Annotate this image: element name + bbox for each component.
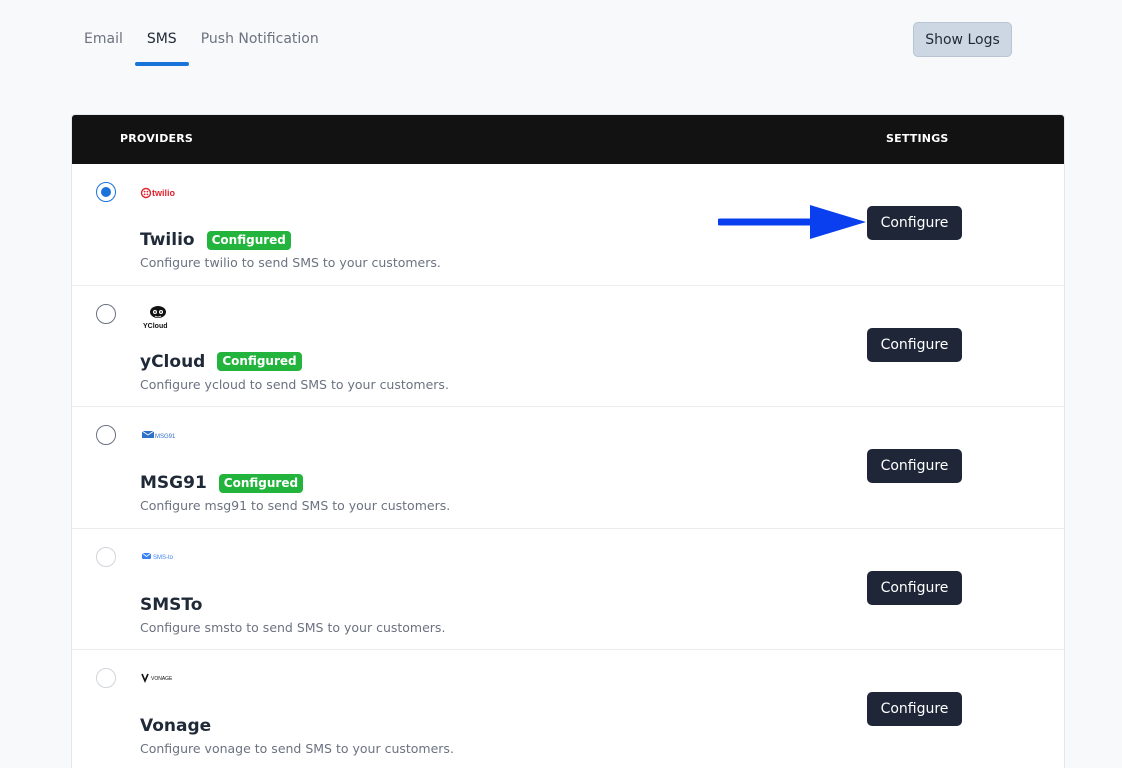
svg-text:twilio: twilio [152, 188, 175, 198]
svg-text:YCloud: YCloud [143, 323, 168, 330]
channel-tabs: Email SMS Push Notification [72, 22, 331, 66]
svg-text:VONAGE: VONAGE [151, 676, 173, 682]
provider-description: Configure ycloud to send SMS to your cus… [140, 376, 449, 392]
provider-name: Vonage [140, 716, 212, 736]
configure-button-msg91[interactable]: Configure [867, 449, 962, 483]
provider-radio-twilio[interactable] [96, 182, 116, 202]
configured-badge: Configured [206, 230, 291, 250]
provider-row-msg91: MSG91 MSG91 Configured Configure msg91 t… [72, 407, 1064, 529]
provider-description: Configure vonage to send SMS to your cus… [140, 741, 454, 756]
provider-name: SMSTo [140, 594, 203, 615]
header-settings: SETTINGS [886, 132, 949, 145]
tab-push-notification[interactable]: Push Notification [189, 22, 331, 66]
header-providers: PROVIDERS [120, 132, 194, 145]
svg-text:SMS-to: SMS-to [153, 555, 174, 561]
provider-radio-vonage[interactable] [96, 668, 116, 688]
configure-button-ycloud[interactable]: Configure [867, 327, 962, 362]
providers-table: PROVIDERS SETTINGS twilio Twilio Configu… [71, 114, 1065, 768]
provider-name: Twilio [140, 230, 195, 250]
tab-sms[interactable]: SMS [134, 22, 189, 66]
ycloud-logo-icon: YCloud [143, 305, 168, 330]
provider-description: Configure msg91 to send SMS to your cust… [140, 498, 451, 513]
configured-badge: Configured [217, 352, 302, 371]
vonage-logo-icon: VONAGE [141, 673, 173, 684]
provider-description: Configure smsto to send SMS to your cust… [140, 619, 446, 635]
provider-radio-ycloud[interactable] [96, 303, 116, 324]
table-header: PROVIDERS SETTINGS [72, 115, 1064, 164]
twilio-logo-icon: twilio [140, 187, 175, 199]
smsto-logo-icon: SMS-to [141, 552, 174, 561]
configured-badge: Configured [218, 473, 304, 493]
show-logs-button[interactable]: Show Logs [913, 22, 1012, 57]
provider-row-vonage: VONAGE Vonage Configure vonage to send S… [72, 650, 1064, 768]
sms-settings-page: Email SMS Push Notification Show Logs PR… [0, 0, 1122, 768]
tab-email[interactable]: Email [72, 22, 135, 66]
provider-name: MSG91 [140, 473, 207, 493]
configure-button-vonage[interactable]: Configure [867, 692, 962, 726]
provider-radio-smsto[interactable] [96, 546, 116, 567]
provider-row-twilio: twilio Twilio Configured Configure twili… [72, 164, 1064, 286]
provider-name: yCloud [140, 351, 206, 372]
provider-description: Configure twilio to send SMS to your cus… [140, 255, 441, 270]
msg91-logo-icon: MSG91 [141, 430, 176, 440]
provider-radio-msg91[interactable] [96, 425, 116, 445]
provider-row-ycloud: YCloud yCloud Configured Configure yclou… [72, 286, 1064, 407]
svg-text:MSG91: MSG91 [155, 434, 176, 440]
configure-button-smsto[interactable]: Configure [867, 570, 962, 605]
provider-row-smsto: SMS-to SMSTo Configure smsto to send SMS… [72, 529, 1064, 650]
pointer-arrow-icon [718, 205, 866, 239]
configure-button-twilio[interactable]: Configure [867, 206, 962, 240]
